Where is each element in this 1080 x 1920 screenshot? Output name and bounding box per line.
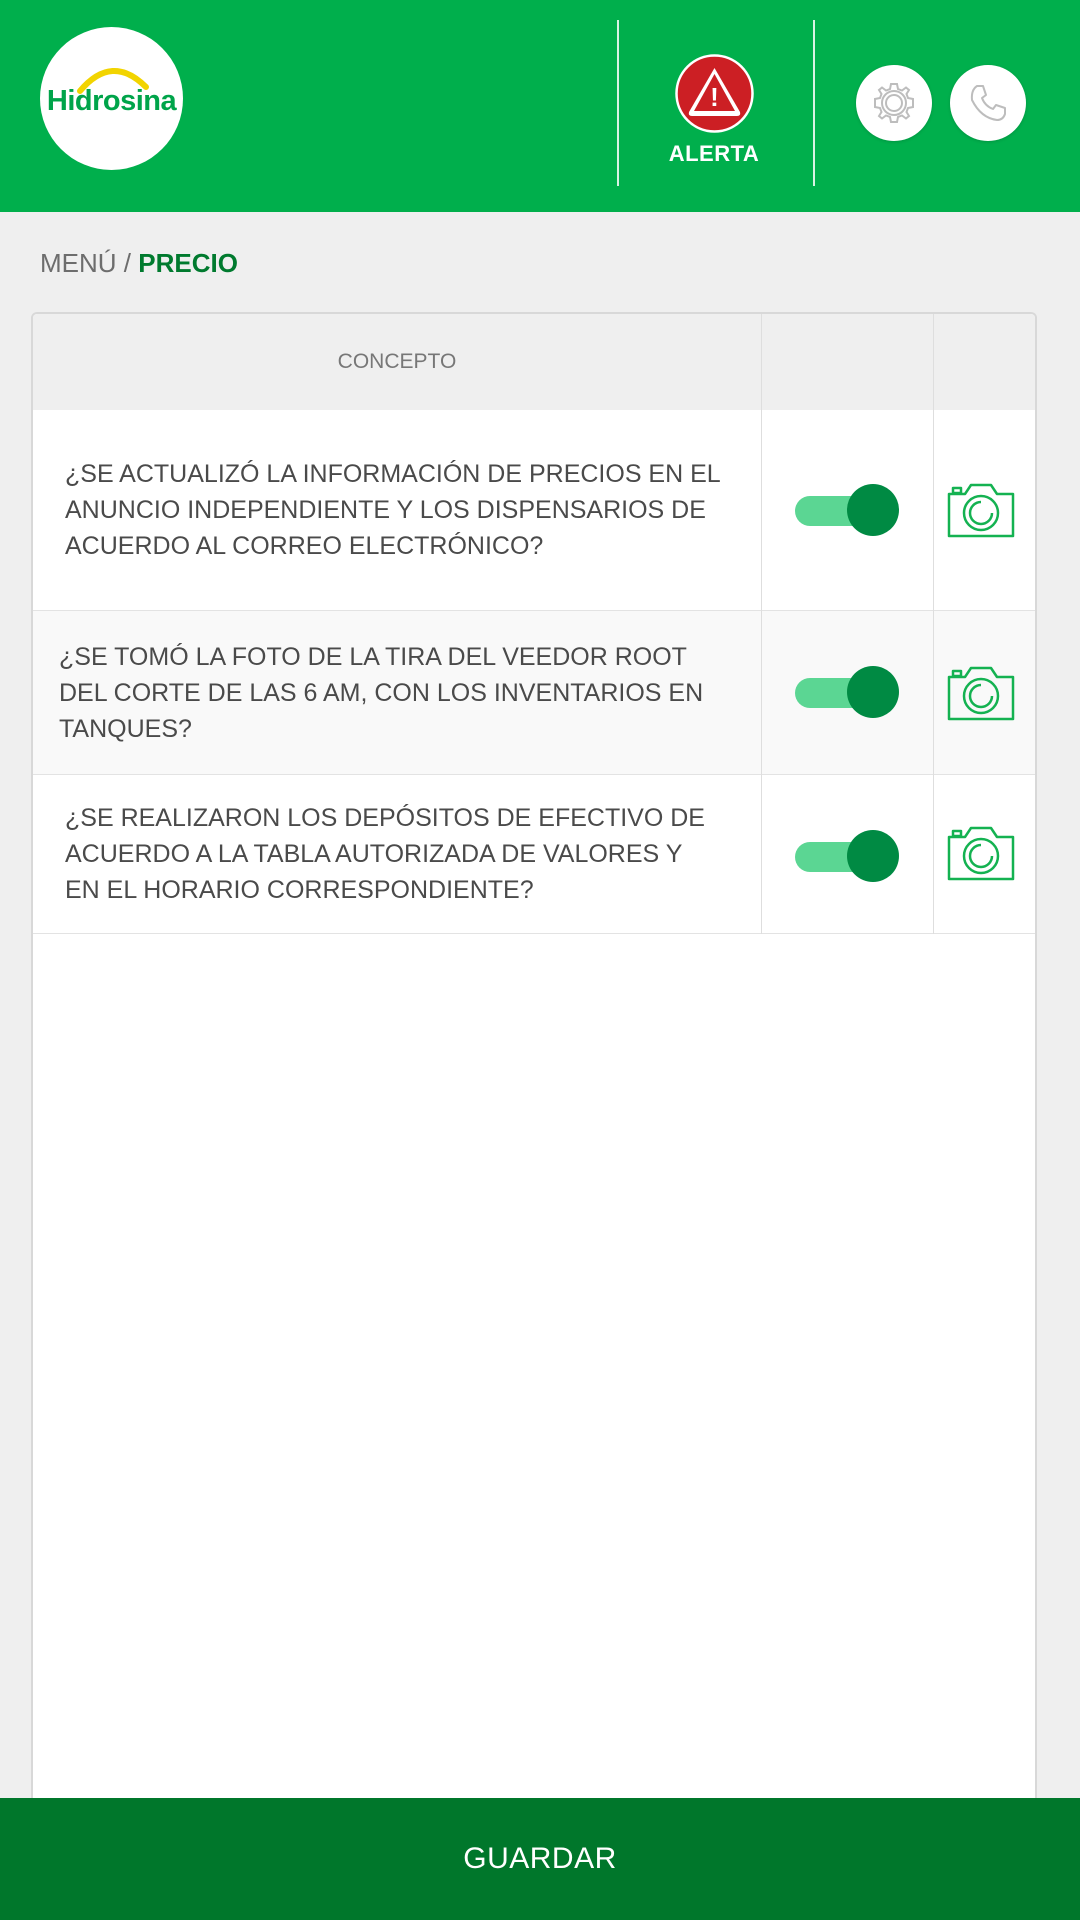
camera-icon[interactable] <box>945 663 1017 723</box>
phone-button[interactable] <box>950 65 1026 141</box>
breadcrumb-current: PRECIO <box>138 248 238 278</box>
question-text: ¿SE TOMÓ LA FOTO DE LA TIRA DEL VEEDOR R… <box>59 642 704 743</box>
save-button[interactable]: GUARDAR <box>0 1798 1080 1920</box>
breadcrumb-separator: / <box>123 248 132 278</box>
table-header: CONCEPTO <box>33 314 1035 410</box>
app-header: Hidrosina ! ALERTA <box>0 0 1080 212</box>
camera-icon[interactable] <box>945 480 1017 540</box>
table-row: ¿SE REALIZARON LOS DEPÓSITOS DE EFECTIVO… <box>33 775 1035 934</box>
phone-icon <box>970 85 1006 121</box>
settings-button[interactable] <box>856 65 932 141</box>
breadcrumb-parent[interactable]: MENÚ <box>40 248 117 278</box>
answer-toggle[interactable] <box>795 484 899 538</box>
alert-label: ALERTA <box>668 141 760 166</box>
checklist-table: CONCEPTO ¿SE ACTUALIZÓ LA INFORMACIÓN DE… <box>31 312 1037 1920</box>
logo-text: Hidrosina <box>46 85 177 117</box>
column-header-concepto: CONCEPTO <box>337 350 457 373</box>
answer-toggle[interactable] <box>795 666 899 720</box>
table-row: ¿SE ACTUALIZÓ LA INFORMACIÓN DE PRECIOS … <box>33 410 1035 611</box>
table-row: ¿SE TOMÓ LA FOTO DE LA TIRA DEL VEEDOR R… <box>33 611 1035 775</box>
hidrosina-logo: Hidrosina <box>40 27 183 170</box>
alert-icon: ! <box>674 54 754 133</box>
toggle-knob <box>847 484 899 536</box>
header-divider <box>813 20 815 186</box>
column-divider <box>761 314 762 934</box>
question-text: ¿SE ACTUALIZÓ LA INFORMACIÓN DE PRECIOS … <box>65 460 720 560</box>
column-divider <box>933 314 934 934</box>
alert-symbol: ! <box>710 82 719 112</box>
question-text: ¿SE REALIZARON LOS DEPÓSITOS DE EFECTIVO… <box>65 804 705 904</box>
alert-button[interactable]: ! ALERTA <box>620 54 808 174</box>
toggle-knob <box>847 666 899 718</box>
toggle-knob <box>847 830 899 882</box>
answer-toggle[interactable] <box>795 830 899 884</box>
camera-icon[interactable] <box>945 823 1017 883</box>
breadcrumb: MENÚ / PRECIO <box>40 248 238 279</box>
header-divider <box>617 20 619 186</box>
gear-icon <box>874 83 914 123</box>
